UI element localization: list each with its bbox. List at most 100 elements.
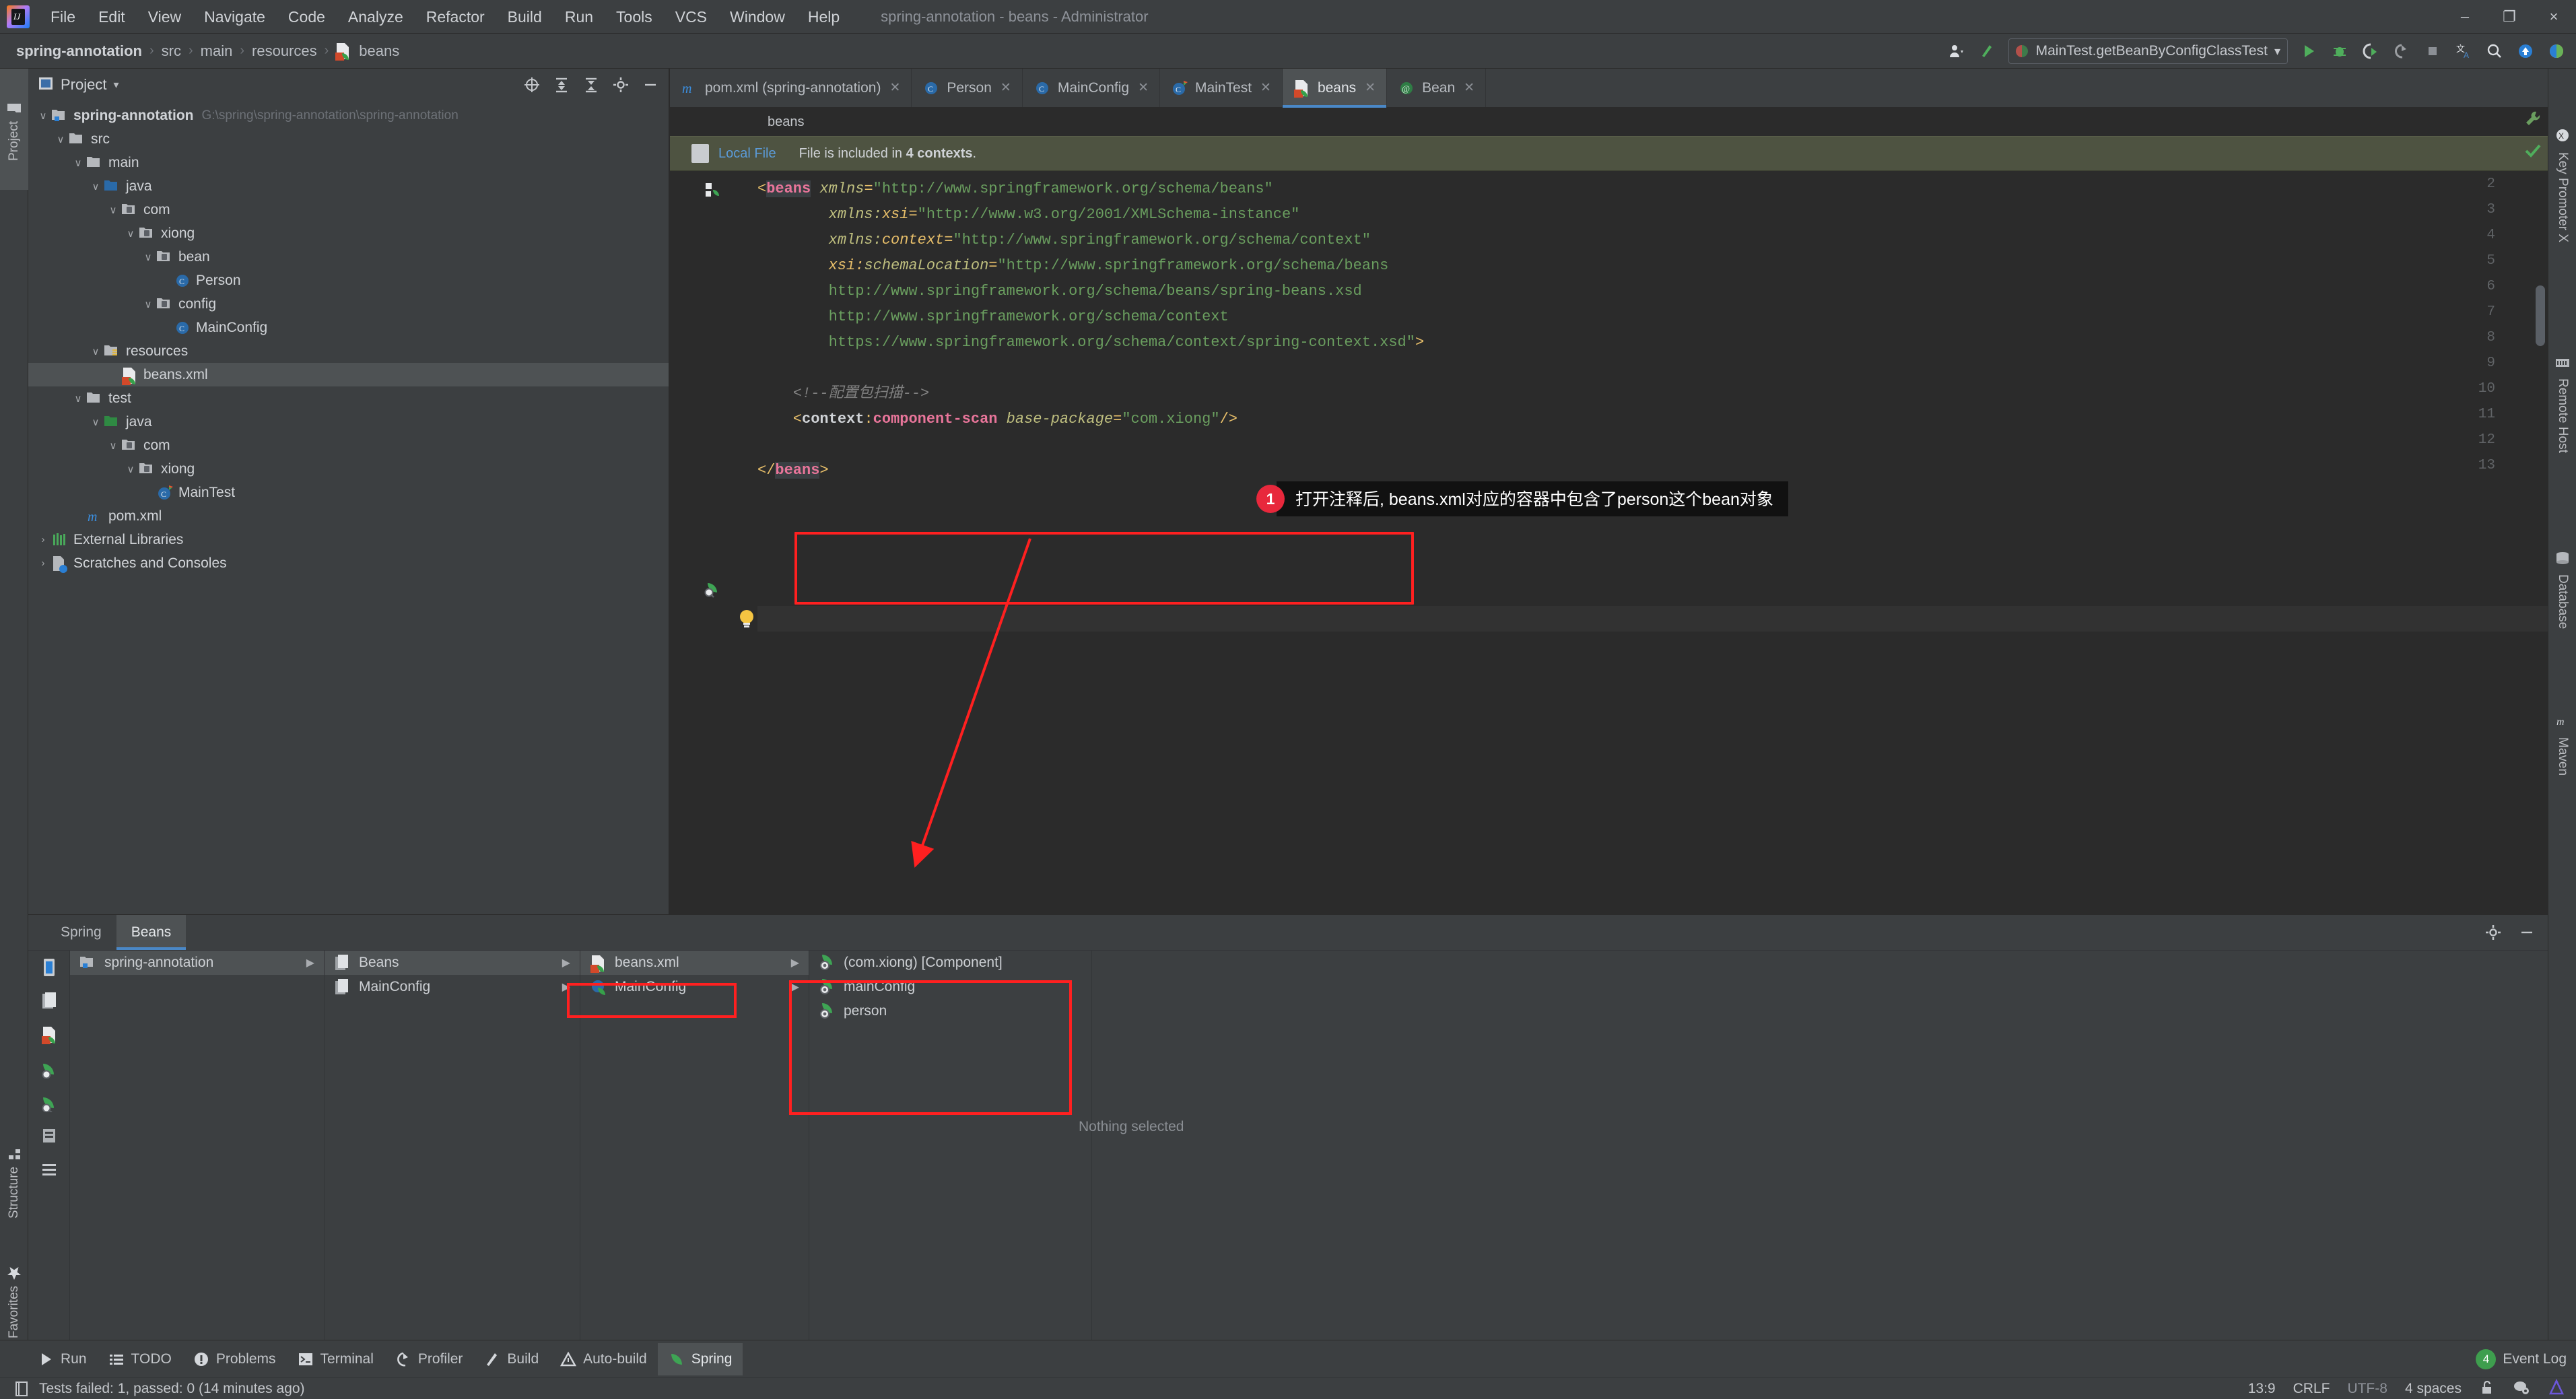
close-icon[interactable]: ✕ (1138, 80, 1149, 96)
breadcrumb-item-2[interactable]: main (199, 42, 234, 60)
tree-node[interactable]: ∨bean (28, 245, 669, 269)
translate-icon[interactable]: 文A (2449, 37, 2478, 65)
code-line[interactable]: xsi:schemaLocation="http://www.springfra… (757, 253, 1388, 279)
stop-button[interactable] (2418, 37, 2447, 65)
spring-column-filesets[interactable]: Beans▶MainConfig▶ (325, 951, 580, 1359)
tree-node[interactable]: ∨xiong (28, 457, 669, 481)
expand-arrow-icon[interactable]: ∨ (140, 298, 156, 310)
ide-logo-icon[interactable] (2548, 1379, 2565, 1399)
expand-arrow-icon[interactable]: ∨ (105, 204, 121, 216)
tree-node[interactable]: ›External Libraries (28, 528, 669, 551)
code-line[interactable]: <context:component-scan base-package="co… (757, 407, 1238, 432)
tree-node[interactable]: ∨com (28, 198, 669, 221)
tree-node[interactable]: ∨resources (28, 339, 669, 363)
breadcrumb-item-3[interactable]: resources (250, 42, 318, 60)
menu-item-vcs[interactable]: VCS (664, 0, 718, 34)
tree-node[interactable]: ∨test (28, 386, 669, 410)
menu-item-navigate[interactable]: Navigate (193, 0, 277, 34)
spring-list-item[interactable]: MainConfig▶ (325, 975, 580, 999)
menu-item-file[interactable]: File (39, 0, 87, 34)
sidebar-item-database[interactable]: Database (2548, 510, 2576, 671)
intention-bulb-icon[interactable] (737, 609, 756, 634)
chevron-right-icon[interactable]: ▶ (306, 956, 314, 969)
expand-arrow-icon[interactable]: ∨ (70, 157, 86, 169)
unlocked-icon[interactable] (2479, 1379, 2495, 1399)
tool-window-button-run[interactable]: Run (27, 1343, 98, 1375)
tree-node[interactable]: ∨java (28, 410, 669, 434)
component-scan-gutter-icon[interactable] (704, 580, 722, 603)
editor-tab-beans[interactable]: beans✕ (1283, 69, 1387, 107)
sidebar-item-maven[interactable]: m Maven (2548, 681, 2576, 809)
module-view-icon[interactable] (28, 951, 70, 984)
tree-node[interactable]: CMainTest (28, 481, 669, 504)
sidebar-item-remote-host[interactable]: Remote Host (2548, 311, 2576, 498)
spring-tab-beans[interactable]: Beans (116, 915, 187, 950)
update-project-icon[interactable] (2511, 37, 2540, 65)
scroll-from-source-icon[interactable] (518, 71, 546, 99)
run-with-coverage-button[interactable] (2357, 37, 2385, 65)
code-line[interactable]: http://www.springframework.org/schema/be… (757, 279, 1362, 304)
expand-arrow-icon[interactable]: ∨ (123, 463, 139, 475)
chevron-right-icon[interactable]: ▶ (562, 956, 570, 969)
code-line[interactable]: http://www.springframework.org/schema/co… (757, 304, 1229, 330)
menu-item-refactor[interactable]: Refactor (415, 0, 496, 34)
project-tree[interactable]: ∨spring-annotationG:\spring\spring-annot… (28, 101, 669, 914)
tree-node[interactable]: CMainConfig (28, 316, 669, 339)
profile-button[interactable] (2387, 37, 2416, 65)
editor-tab-mainconfig[interactable]: CMainConfig✕ (1023, 69, 1160, 107)
debug-button[interactable] (2326, 37, 2354, 65)
chevron-right-icon[interactable]: ▶ (791, 956, 799, 969)
code-line[interactable]: xmlns:context="http://www.springframewor… (757, 228, 1371, 253)
menu-item-build[interactable]: Build (496, 0, 553, 34)
run-configuration-selector[interactable]: MainTest.getBeanByConfigClassTest ▾ (2008, 38, 2288, 64)
chevron-down-icon[interactable]: ▾ (113, 78, 118, 92)
gear-icon[interactable] (2479, 918, 2507, 947)
status-message[interactable]: Tests failed: 1, passed: 0 (14 minutes a… (39, 1381, 305, 1397)
minimize-icon[interactable] (2513, 918, 2541, 947)
sidebar-item-project[interactable]: Project (0, 69, 28, 190)
expand-arrow-icon[interactable]: › (35, 557, 51, 569)
file-encoding[interactable]: UTF-8 (2347, 1381, 2387, 1397)
tree-node[interactable]: ∨spring-annotationG:\spring\spring-annot… (28, 104, 669, 127)
menu-item-edit[interactable]: Edit (87, 0, 137, 34)
maximize-button[interactable]: ❐ (2487, 0, 2532, 34)
spring-list-item[interactable]: spring-annotation▶ (70, 951, 324, 975)
close-icon[interactable]: ✕ (1001, 80, 1011, 96)
menu-item-help[interactable]: Help (796, 0, 851, 34)
expand-all-icon[interactable] (547, 71, 576, 99)
spring-tab-spring[interactable]: Spring (46, 915, 116, 950)
hide-panel-icon[interactable] (636, 71, 665, 99)
wrench-icon[interactable] (2523, 109, 2542, 131)
expand-arrow-icon[interactable]: ∨ (88, 345, 104, 357)
inspections-icon[interactable] (2513, 1379, 2530, 1399)
event-log-label[interactable]: Event Log (2503, 1351, 2567, 1367)
expand-arrow-icon[interactable]: ∨ (88, 180, 104, 193)
tool-window-button-build[interactable]: Build (473, 1343, 549, 1375)
spring-dependencies-icon[interactable] (28, 1085, 70, 1119)
minimize-button[interactable]: – (2443, 0, 2487, 34)
editor-tab-bean[interactable]: @Bean✕ (1387, 69, 1486, 107)
expand-arrow-icon[interactable]: ∨ (105, 440, 121, 452)
menu-item-tools[interactable]: Tools (605, 0, 664, 34)
tree-node[interactable]: ∨config (28, 292, 669, 316)
close-icon[interactable]: ✕ (1365, 80, 1376, 96)
editor-tab-pom-xml[interactable]: mpom.xml (spring-annotation)✕ (670, 69, 912, 107)
tree-node[interactable]: mpom.xml (28, 504, 669, 528)
tool-window-button-spring[interactable]: Spring (658, 1343, 743, 1375)
spring-bean-gutter-icon[interactable] (705, 182, 722, 203)
tree-node[interactable]: ›Scratches and Consoles (28, 551, 669, 575)
expand-arrow-icon[interactable]: ∨ (35, 110, 51, 122)
spring-list-item[interactable]: (com.xiong) [Component] (809, 951, 1091, 975)
menu-item-view[interactable]: View (137, 0, 193, 34)
tree-node[interactable]: ∨com (28, 434, 669, 457)
caret-position[interactable]: 13:9 (2248, 1381, 2276, 1397)
code-line[interactable]: <beans xmlns="http://www.springframework… (757, 176, 1273, 202)
file-sets-icon[interactable] (28, 984, 70, 1018)
tool-window-button-auto-build[interactable]: Auto-build (549, 1343, 658, 1375)
expand-arrow-icon[interactable]: ∨ (70, 393, 86, 405)
spring-list-item[interactable]: Beans▶ (325, 951, 580, 975)
spring-bean-icon[interactable] (28, 1052, 70, 1085)
tool-window-button-profiler[interactable]: Profiler (384, 1343, 474, 1375)
close-icon[interactable]: ✕ (1464, 80, 1475, 96)
close-icon[interactable]: ✕ (889, 80, 900, 96)
